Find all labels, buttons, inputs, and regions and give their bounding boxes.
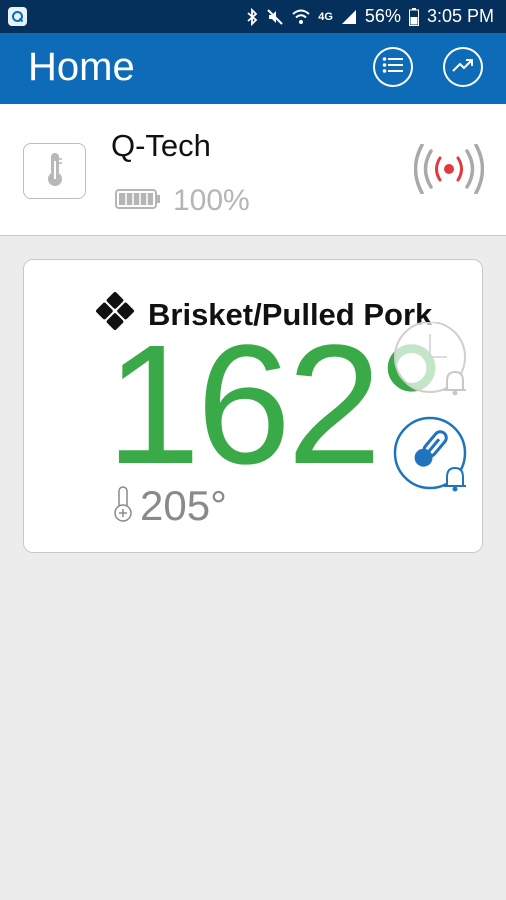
- probe-card[interactable]: Brisket/Pulled Pork 162° 205°: [23, 259, 483, 553]
- temperature-alarm-icon: [392, 416, 472, 500]
- device-row[interactable]: Q-Tech 100%: [0, 104, 506, 236]
- status-battery-percent: 56%: [364, 6, 401, 26]
- target-temp-value: 205°: [140, 482, 227, 529]
- target-thermometer-icon: [112, 485, 134, 527]
- target-temperature: 205°: [112, 482, 227, 530]
- signal-broadcast-icon[interactable]: [413, 143, 485, 199]
- thermometer-icon: [45, 151, 65, 192]
- device-battery: 100%: [115, 184, 250, 218]
- page-title: Home: [28, 45, 135, 89]
- list-button[interactable]: [373, 47, 413, 87]
- bluetooth-icon: [246, 7, 258, 26]
- trend-chart-icon: [452, 57, 474, 78]
- app-icon: [8, 7, 27, 26]
- network-type: 4G: [318, 10, 333, 23]
- status-bar: 4G 56% 3:05 PM: [0, 0, 506, 33]
- battery-icon: [408, 7, 419, 26]
- app-bar: Home: [0, 33, 506, 104]
- cell-signal-icon: [341, 9, 357, 25]
- device-icon-box: [23, 143, 86, 199]
- battery-icon: [115, 188, 161, 215]
- timer-alarm-button[interactable]: [392, 321, 472, 407]
- timer-alarm-icon: [392, 321, 472, 406]
- clock: 3:05 PM: [426, 6, 494, 26]
- temperature-alarm-button[interactable]: [392, 416, 472, 501]
- list-icon: [382, 56, 404, 79]
- wifi-icon: [292, 9, 310, 25]
- device-name: Q-Tech: [111, 128, 211, 163]
- mute-icon: [266, 8, 284, 26]
- battery-percent: 100%: [173, 184, 250, 217]
- trend-chart-button[interactable]: [443, 47, 483, 87]
